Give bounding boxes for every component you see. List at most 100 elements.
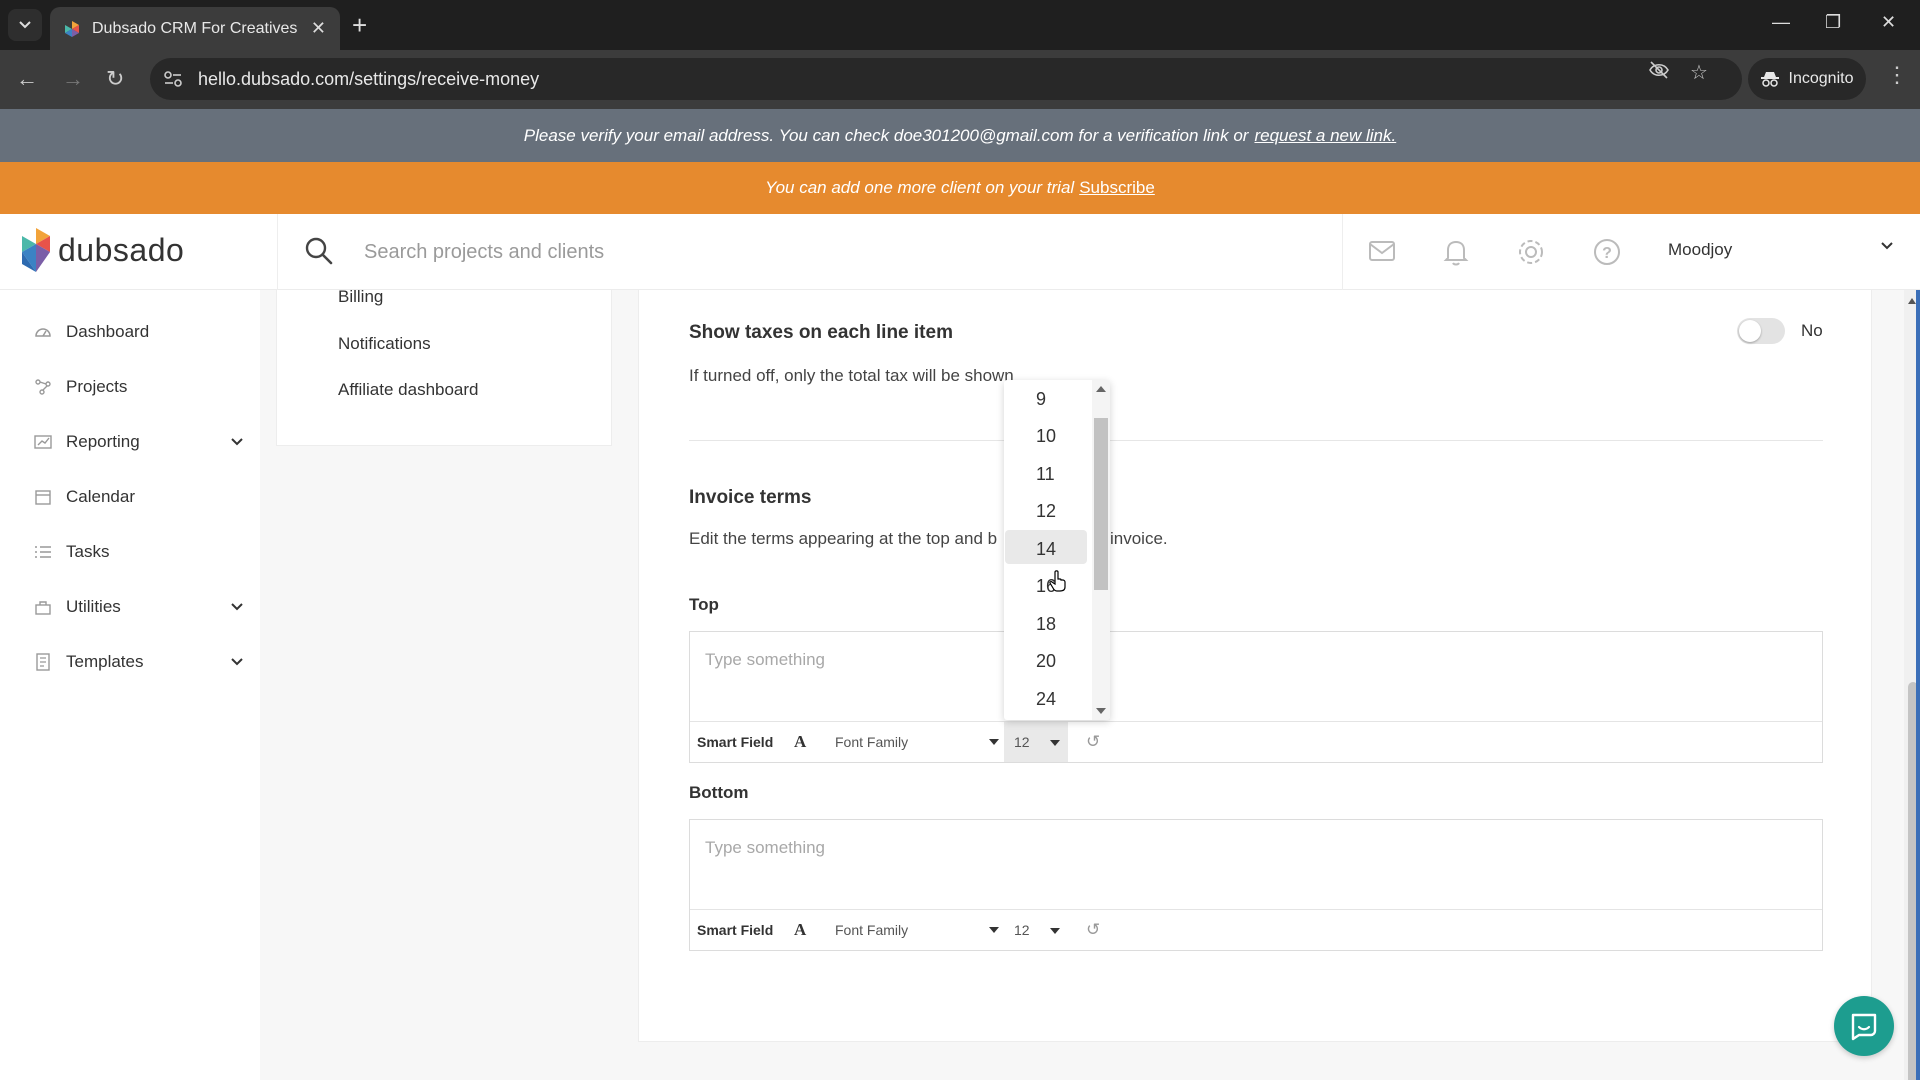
minimize-icon[interactable]: —	[1772, 12, 1790, 33]
font-size-select[interactable]: 12	[1004, 722, 1068, 762]
section-divider	[689, 440, 1823, 441]
font-size-dropdown: 9 10 11 12 14 16 18 20 24	[1004, 380, 1110, 720]
app-header: dubsado ? Moodjoy	[0, 214, 1920, 290]
font-family-select[interactable]: Font Family	[835, 922, 999, 938]
search-icon[interactable]	[304, 236, 334, 271]
sidebar-item-label: Dashboard	[66, 322, 150, 341]
caret-down-icon	[989, 739, 999, 745]
back-icon[interactable]: ←	[16, 66, 38, 92]
dashboard-icon	[35, 328, 51, 337]
request-new-link[interactable]: request a new link.	[1254, 126, 1396, 146]
sidebar-item-label: Templates	[66, 652, 144, 671]
font-size-select[interactable]: 12	[1004, 910, 1068, 950]
dubsado-favicon-icon	[65, 20, 79, 37]
reset-format-icon[interactable]: ↺	[1086, 732, 1100, 752]
scroll-down-icon[interactable]	[1096, 708, 1106, 714]
eye-off-icon[interactable]	[1648, 60, 1670, 86]
sidebar-item-label: Reporting	[66, 432, 140, 451]
bell-icon[interactable]	[1442, 237, 1470, 272]
settings-item-notifications[interactable]: Notifications	[338, 334, 431, 354]
restore-icon[interactable]: ❐	[1825, 12, 1841, 33]
sidebar-item-tasks[interactable]: Tasks	[34, 542, 244, 562]
settings-item-affiliate-dashboard[interactable]: Affiliate dashboard	[338, 380, 479, 400]
font-family-select[interactable]: Font Family	[835, 734, 999, 750]
font-size-option[interactable]: 9	[1005, 380, 1087, 414]
incognito-indicator[interactable]: Incognito	[1748, 58, 1866, 100]
window-edge	[1916, 290, 1920, 1080]
site-info-icon[interactable]	[164, 71, 182, 87]
window-close-icon[interactable]: ✕	[1881, 12, 1896, 33]
smart-field-button[interactable]: Smart Field	[697, 922, 773, 938]
chevron-down-icon[interactable]	[1880, 238, 1894, 256]
toggle-knob	[1739, 320, 1761, 342]
text-color-icon[interactable]: A	[794, 920, 806, 940]
font-size-option[interactable]: 10	[1005, 417, 1087, 451]
dubsado-logo[interactable]: dubsado	[22, 228, 184, 272]
toggle-value: No	[1801, 321, 1823, 340]
gear-icon[interactable]	[1516, 237, 1546, 272]
tab-title: Dubsado CRM For Creatives	[92, 19, 298, 37]
font-size-option[interactable]: 12	[1005, 492, 1087, 526]
sidebar-item-reporting[interactable]: Reporting	[34, 432, 244, 452]
chevron-down-icon	[231, 438, 243, 446]
taxes-title: Show taxes on each line item	[689, 322, 953, 343]
scroll-up-icon[interactable]	[1096, 386, 1106, 392]
templates-icon	[36, 653, 50, 671]
settings-submenu: Billing Notifications Affiliate dashboar…	[276, 287, 612, 446]
sidebar-item-calendar[interactable]: Calendar	[34, 487, 244, 507]
dropdown-scroll-thumb[interactable]	[1094, 418, 1108, 590]
subscribe-link[interactable]: Subscribe	[1079, 178, 1155, 198]
forward-icon[interactable]: →	[62, 66, 84, 92]
font-size-option-highlighted[interactable]: 14	[1005, 530, 1087, 564]
settings-item-billing[interactable]: Billing	[338, 287, 383, 307]
bottom-terms-textarea[interactable]: Type something	[690, 820, 1822, 910]
font-family-value: Font Family	[835, 734, 909, 750]
scroll-up-icon[interactable]	[1908, 298, 1916, 304]
new-tab-button[interactable]: +	[352, 12, 367, 38]
show-taxes-toggle[interactable]	[1737, 318, 1785, 344]
sidebar-item-projects[interactable]: Projects	[34, 377, 244, 397]
top-terms-textarea[interactable]: Type something	[690, 632, 1822, 722]
mail-icon[interactable]	[1368, 237, 1396, 270]
bottom-label: Bottom	[689, 783, 749, 802]
sidebar-item-label: Tasks	[66, 542, 110, 561]
chevron-down-icon	[231, 658, 243, 666]
tab-list-button[interactable]	[8, 9, 42, 41]
sidebar-item-dashboard[interactable]: Dashboard	[34, 322, 244, 342]
font-size-value: 12	[1014, 734, 1030, 750]
caret-down-icon	[989, 927, 999, 933]
font-size-option[interactable]: 16	[1005, 567, 1087, 601]
font-size-option[interactable]: 24	[1005, 680, 1087, 714]
smart-field-button[interactable]: Smart Field	[697, 734, 773, 750]
sidebar-item-templates[interactable]: Templates	[34, 652, 244, 672]
font-size-option[interactable]: 20	[1005, 642, 1087, 676]
address-bar[interactable]: hello.dubsado.com/settings/receive-money	[150, 58, 1742, 100]
chevron-down-icon	[231, 603, 243, 611]
editor-toolbar: Smart Field A Font Family 12 ↺	[690, 910, 1822, 950]
reload-icon[interactable]: ↻	[106, 66, 124, 92]
sidebar-item-utilities[interactable]: Utilities	[34, 597, 244, 617]
font-size-option[interactable]: 11	[1005, 455, 1087, 489]
help-icon[interactable]: ?	[1592, 237, 1622, 272]
chevron-down-icon	[19, 21, 31, 29]
user-name[interactable]: Moodjoy	[1668, 240, 1732, 260]
reset-format-icon[interactable]: ↺	[1086, 920, 1100, 940]
font-size-option[interactable]: 18	[1005, 605, 1087, 639]
chat-button[interactable]	[1834, 996, 1894, 1056]
search-input[interactable]	[364, 232, 1324, 272]
browser-menu-icon[interactable]: ⋮	[1886, 62, 1908, 88]
calendar-icon	[35, 490, 51, 505]
trial-text: You can add one more client on your tria…	[765, 178, 1075, 197]
dropdown-scrollbar[interactable]	[1092, 380, 1110, 720]
invoice-terms-description-end: invoice.	[1110, 529, 1168, 548]
browser-toolbar: ← → ↻ hello.dubsado.com/settings/receive…	[0, 50, 1920, 109]
text-color-icon[interactable]: A	[794, 732, 806, 752]
bottom-terms-editor: Type something Smart Field A Font Family…	[689, 819, 1823, 951]
tab-close-icon[interactable]: ✕	[311, 18, 326, 39]
browser-tab[interactable]: Dubsado CRM For Creatives ✕	[50, 7, 340, 50]
sidebar-item-label: Projects	[66, 377, 128, 396]
bookmark-star-icon[interactable]: ☆	[1690, 60, 1708, 85]
url-text: hello.dubsado.com/settings/receive-money	[198, 68, 540, 89]
top-terms-editor: Type something Smart Field A Font Family…	[689, 631, 1823, 763]
editor-toolbar: Smart Field A Font Family 12 ↺	[690, 722, 1822, 762]
